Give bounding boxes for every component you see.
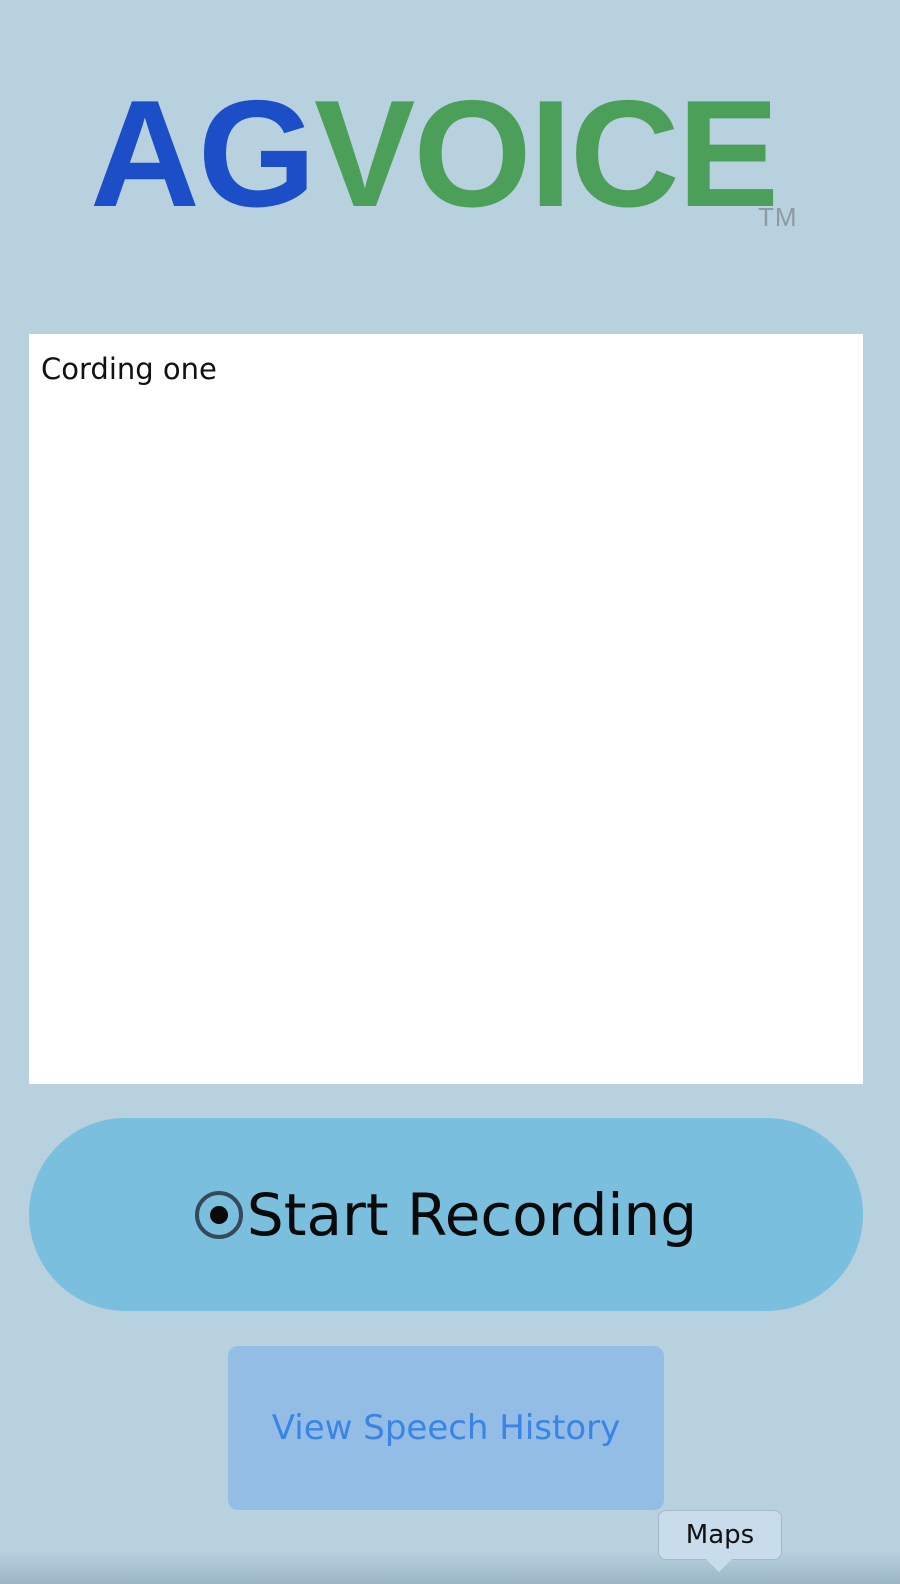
transcript-text-area[interactable]: Cording one xyxy=(29,334,863,1084)
logo-voice-text: VOICE xyxy=(314,69,779,239)
logo-trademark: TM xyxy=(758,202,798,232)
logo-ag-text: AG xyxy=(90,69,316,239)
tooltip-arrow-icon xyxy=(706,1559,732,1572)
agvoice-logo: AGVOICE TM xyxy=(90,78,810,238)
record-icon-dot xyxy=(209,1205,228,1224)
maps-tooltip-label: Maps xyxy=(685,1520,755,1550)
start-recording-button[interactable]: Start Recording xyxy=(29,1118,863,1311)
view-speech-history-button[interactable]: View Speech History xyxy=(228,1346,664,1510)
view-speech-history-label: View Speech History xyxy=(271,1408,621,1448)
maps-tooltip[interactable]: Maps xyxy=(658,1510,782,1560)
transcript-text: Cording one xyxy=(41,352,217,386)
record-icon xyxy=(194,1190,243,1239)
logo-wordmark: AGVOICE xyxy=(90,78,779,230)
start-recording-label: Start Recording xyxy=(246,1180,698,1249)
